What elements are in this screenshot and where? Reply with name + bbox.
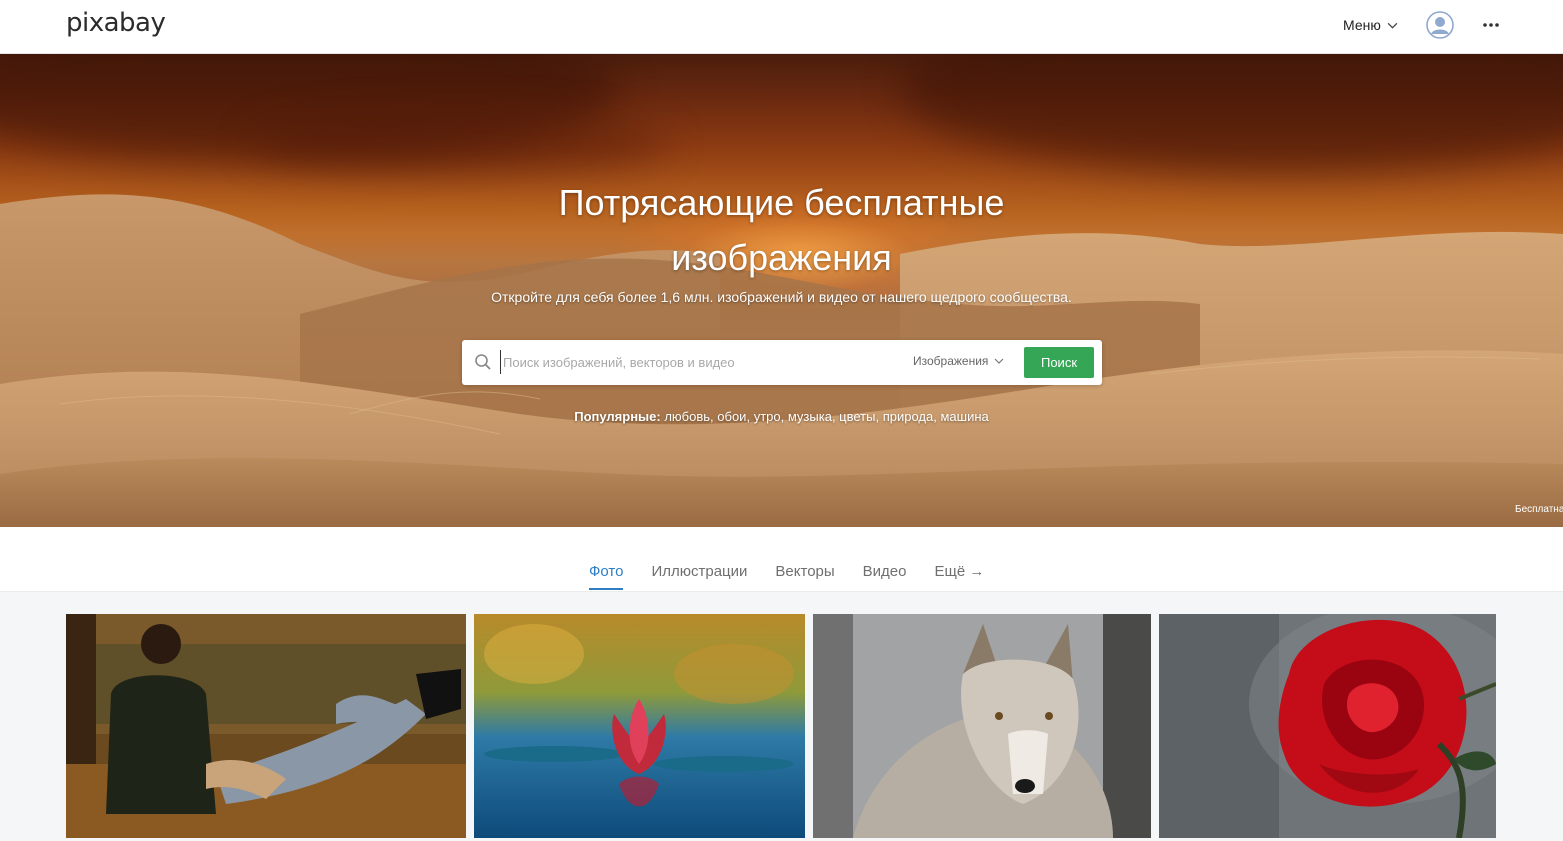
popular-label: Популярные:: [574, 409, 661, 424]
tab-videos[interactable]: Видео: [863, 563, 907, 590]
popular-tag[interactable]: обои: [717, 409, 746, 424]
search-icon: [475, 354, 491, 370]
media-tabs: Фото Иллюстрации Векторы Видео Ещё →: [589, 563, 984, 590]
hero-banner: Потрясающие бесплатные изображения Откро…: [0, 54, 1563, 527]
search-button[interactable]: Поиск: [1024, 347, 1094, 378]
red-rose-photo-image: [1159, 614, 1496, 838]
popular-tag[interactable]: утро: [754, 409, 781, 424]
more-dots-icon[interactable]: [1480, 14, 1502, 36]
tab-more[interactable]: Ещё →: [935, 563, 985, 590]
photo-red-rose[interactable]: [1159, 614, 1496, 838]
popular-tag[interactable]: машина: [940, 409, 988, 424]
media-type-label: Изображения: [913, 354, 989, 368]
hero-title-line2: изображения: [671, 237, 892, 278]
search-input[interactable]: [500, 350, 890, 374]
couple-photo-image: [66, 614, 466, 838]
hero-credit[interactable]: Бесплатна: [1515, 504, 1563, 515]
chevron-down-icon: [1387, 22, 1398, 29]
photo-wolf[interactable]: [813, 614, 1151, 838]
menu-dropdown-button[interactable]: Меню: [1343, 17, 1398, 33]
hero-title: Потрясающие бесплатные изображения: [0, 175, 1563, 285]
tab-photos[interactable]: Фото: [589, 563, 624, 590]
tab-vectors[interactable]: Векторы: [775, 563, 834, 590]
photo-water-lily[interactable]: [474, 614, 805, 838]
popular-tag[interactable]: природа: [883, 409, 934, 424]
tab-illustrations[interactable]: Иллюстрации: [651, 563, 747, 590]
menu-label: Меню: [1343, 17, 1381, 33]
popular-tag[interactable]: музыка: [788, 409, 832, 424]
chevron-down-icon: [994, 358, 1004, 364]
popular-searches: Популярные: любовь, обои, утро, музыка, …: [574, 409, 989, 424]
top-navbar: pixabay Меню: [0, 0, 1563, 54]
wolf-photo-image: [813, 614, 1151, 838]
media-type-select[interactable]: Изображения: [913, 354, 1004, 368]
hero-title-line1: Потрясающие бесплатные: [558, 182, 1005, 223]
popular-tag[interactable]: цветы: [839, 409, 875, 424]
user-avatar-icon[interactable]: [1426, 11, 1454, 39]
search-bar: Изображения Поиск: [462, 340, 1102, 385]
media-tabs-bar: Фото Иллюстрации Векторы Видео Ещё →: [0, 527, 1563, 592]
water-lily-photo-image: [474, 614, 805, 838]
popular-tag[interactable]: любовь: [664, 409, 710, 424]
hero-subtitle: Откройте для себя более 1,6 млн. изображ…: [491, 289, 1072, 305]
photo-couple-autumn[interactable]: [66, 614, 466, 838]
pixabay-logo[interactable]: pixabay: [66, 8, 166, 38]
